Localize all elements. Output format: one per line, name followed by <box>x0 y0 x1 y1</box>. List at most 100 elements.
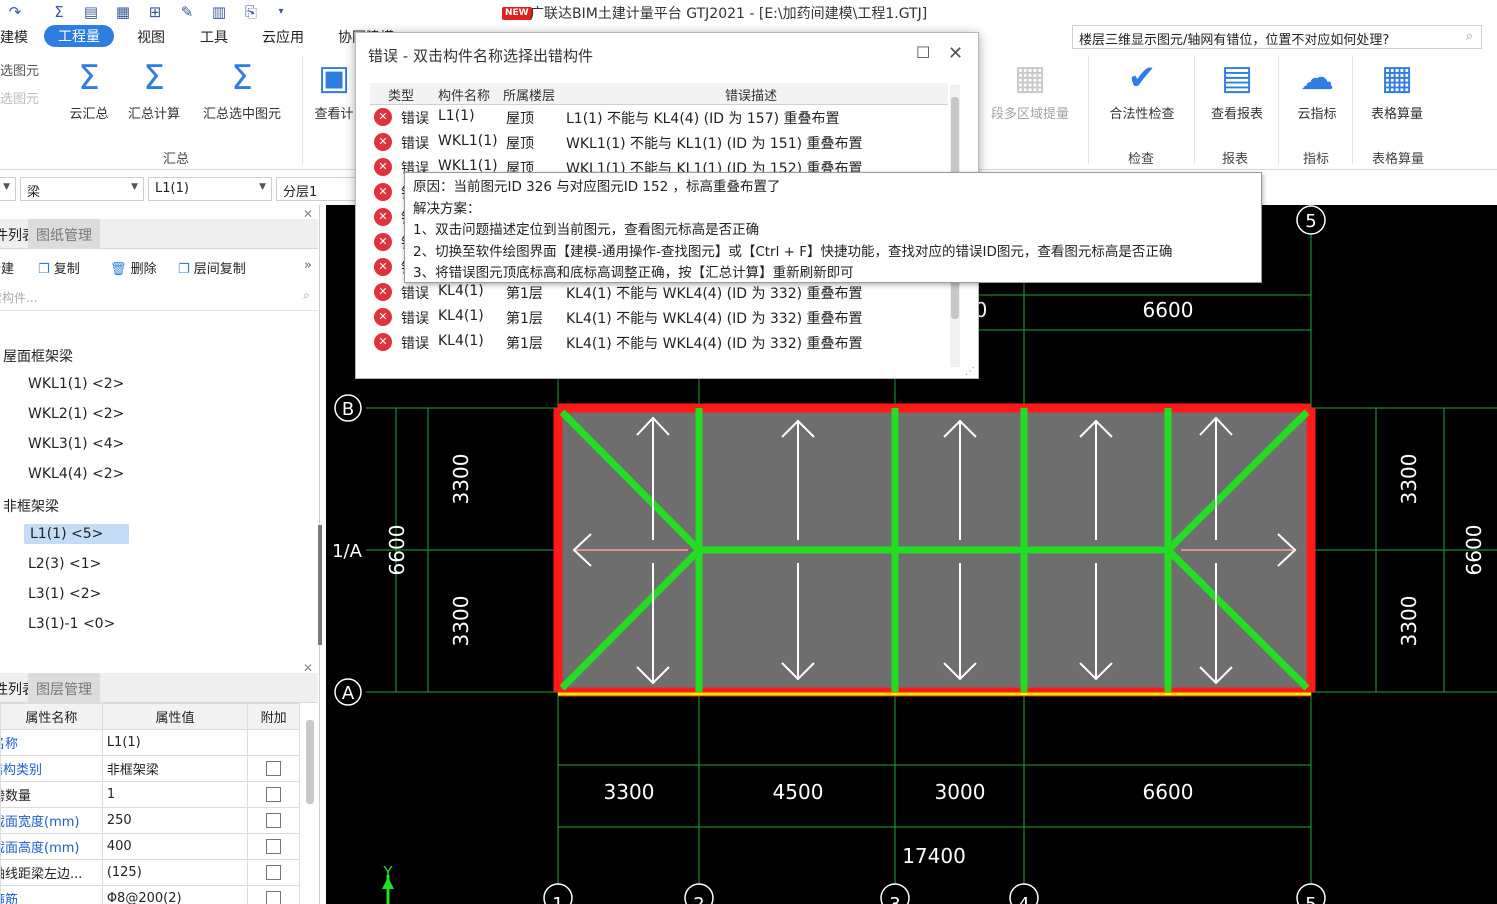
search-icon[interactable]: ⌕ <box>1466 29 1473 44</box>
floor-select[interactable]: ▼ <box>0 177 16 201</box>
table-icon[interactable]: ▥ <box>210 3 228 21</box>
axis-label-2: 2 <box>693 894 704 904</box>
tree-item[interactable]: WKL2(1) <2> <box>28 406 124 422</box>
col-desc[interactable]: 错误描述 <box>725 85 777 104</box>
component-select[interactable]: L1(1) ▼ <box>148 177 272 201</box>
customize-icon[interactable]: ▾ <box>272 3 290 21</box>
error-icon: ✕ <box>374 283 392 301</box>
error-row[interactable]: ✕ 错误 KL4(1) 第1层 KL4(1) 不能与 WKL4(4) (ID 为… <box>370 305 948 330</box>
menu-view[interactable]: 视图 <box>137 27 165 47</box>
coordinate-indicator: Y <box>382 863 394 904</box>
legality-check-button[interactable]: ✔ 合法性检查 <box>1100 56 1184 122</box>
extra-checkbox[interactable] <box>266 891 282 904</box>
summary-calc-button[interactable]: Σ 汇总计算 <box>122 56 186 122</box>
error-icon: ✕ <box>374 208 392 226</box>
col-prop-name: 属性名称 <box>0 703 103 730</box>
tree-item[interactable]: L3(1) <2> <box>28 586 101 602</box>
menu-quantities[interactable]: 工程量 <box>44 25 114 47</box>
component-search-input[interactable]: 搜索构件... ⌕ <box>0 285 318 311</box>
dim-bottom-3: 3000 <box>935 780 986 804</box>
sum-icon[interactable]: Σ <box>50 3 68 21</box>
drawing-icon[interactable]: ▤ <box>82 3 100 21</box>
table-row: 箍筋Φ8@200(2) <box>0 885 300 904</box>
help-search-input[interactable]: 楼层三维显示图元/轴网有错位，位置不对应如何处理? ⌕ <box>1072 25 1482 49</box>
checkmark-icon: ✔ <box>1127 58 1157 98</box>
sum-calc-icon: Σ <box>143 58 165 98</box>
error-icon: ✕ <box>374 308 392 326</box>
tooltip-step-2: 2、切换至软件绘图界面【建模-通用操作-查找图元】或【Ctrl + F】快捷功能… <box>413 243 1173 260</box>
table-row: 轴线距梁左边... (125) <box>0 859 300 886</box>
area-quantity-button[interactable]: ▦ 段多区域提量 <box>980 56 1080 122</box>
menu-modeling[interactable]: 建模 <box>0 27 28 47</box>
close-icon[interactable]: ✕ <box>303 207 313 221</box>
error-icon: ✕ <box>374 158 392 176</box>
export-icon[interactable]: ⎘ <box>242 3 260 21</box>
extra-checkbox[interactable] <box>266 839 282 854</box>
summary-selected-button[interactable]: Σ 汇总选中图元 <box>194 56 290 122</box>
type-select[interactable]: 梁 ▼ <box>20 177 144 201</box>
view-calc-button[interactable]: ▣ 查看计 <box>312 56 356 122</box>
more-icon[interactable]: » <box>304 258 312 273</box>
tree-group[interactable]: 非框架梁 <box>3 496 59 516</box>
col-name[interactable]: 构件名称 <box>438 85 490 104</box>
delete-button[interactable]: 🗑 删除 <box>110 258 157 277</box>
error-icon: ✕ <box>374 333 392 351</box>
extra-checkbox[interactable] <box>266 865 282 880</box>
ribbon-separator <box>1194 56 1195 164</box>
ribbon-left-stub-2[interactable]: 选图元 <box>0 88 39 107</box>
error-row[interactable]: ✕ 错误 KL4(1) 第1层 KL4(1) 不能与 WKL4(4) (ID 为… <box>370 330 948 355</box>
layout-icon[interactable]: ⊞ <box>146 3 164 21</box>
property-scrollbar[interactable] <box>306 720 314 804</box>
tree-item[interactable]: L3(1)-1 <0> <box>28 616 115 632</box>
new-badge: NEW <box>502 7 532 20</box>
cloud-summary-button[interactable]: Σ 云汇总 <box>63 56 115 122</box>
search-icon[interactable]: ⌕ <box>303 288 310 303</box>
ribbon-separator <box>1352 56 1353 164</box>
y-axis-label: Y <box>382 863 393 881</box>
close-icon[interactable]: ✕ <box>948 43 963 64</box>
tree-item[interactable]: WKL3(1) <4> <box>28 436 124 452</box>
copy-button[interactable]: ❐ 复制 <box>38 258 80 277</box>
group-label-index: 指标 <box>1303 152 1330 167</box>
group-label-check: 检查 <box>1128 152 1155 167</box>
close-icon[interactable]: ✕ <box>303 661 313 675</box>
menu-cloud[interactable]: 云应用 <box>262 27 304 47</box>
grid-icon[interactable]: ▦ <box>114 3 132 21</box>
error-dialog-title: 错误 - 双击构件名称选择出错构件 <box>368 47 593 65</box>
menu-tools[interactable]: 工具 <box>200 27 228 47</box>
tree-item[interactable]: WKL4(4) <2> <box>28 466 124 482</box>
tab-layer-manage[interactable]: 图层管理 <box>28 673 100 703</box>
col-floor[interactable]: 所属楼层 <box>503 85 555 104</box>
axis-label-5-top: 5 <box>1305 211 1316 232</box>
maximize-icon[interactable]: ☐ <box>916 43 930 62</box>
group-label-table: 表格算量 <box>1372 152 1425 167</box>
tree-item[interactable]: L2(3) <1> <box>28 556 101 572</box>
ribbon-left-stub-1[interactable]: 选图元 <box>0 60 39 79</box>
new-button[interactable]: 新建 <box>0 258 14 277</box>
view-report-button[interactable]: ▤ 查看报表 <box>1204 56 1270 122</box>
tab-drawing-manage[interactable]: 图纸管理 <box>28 219 100 249</box>
extra-checkbox[interactable] <box>266 813 282 828</box>
axis-label-1: 1 <box>552 894 563 904</box>
col-type[interactable]: 类型 <box>388 85 414 104</box>
col-prop-extra: 附加 <box>247 703 300 730</box>
extra-checkbox[interactable] <box>266 761 282 776</box>
resize-grip-icon[interactable]: ⋰ <box>965 366 975 377</box>
panel-splitter[interactable] <box>318 525 322 645</box>
extra-checkbox[interactable] <box>266 787 282 802</box>
tree-item[interactable]: WKL1(1) <2> <box>28 376 124 392</box>
layer-select[interactable]: 分层1 <box>276 177 356 201</box>
cloud-index-button[interactable]: ☁ 云指标 <box>1290 56 1344 122</box>
table-calc-button[interactable]: ▦ 表格算量 <box>1364 56 1430 122</box>
error-row[interactable]: ✕ 错误 L1(1) 屋顶 L1(1) 不能与 KL4(4) (ID 为 157… <box>370 105 948 130</box>
error-row[interactable]: ✕ 错误 WKL1(1) 屋顶 WKL1(1) 不能与 KL1(1) (ID 为… <box>370 130 948 155</box>
floor-copy-button[interactable]: ❐ 层间复制 <box>178 258 246 277</box>
error-icon: ✕ <box>374 258 392 276</box>
table-row: 截面高度(mm) 400 <box>0 833 300 860</box>
tree-group[interactable]: 屋面框架梁 <box>3 346 73 366</box>
redo-icon[interactable]: ↷ <box>6 3 24 21</box>
ribbon-separator <box>302 56 303 164</box>
copy-icon: ❐ <box>178 262 194 277</box>
tree-item-selected[interactable]: L1(1) <5> <box>24 524 129 544</box>
edit-icon[interactable]: ✎ <box>178 3 196 21</box>
